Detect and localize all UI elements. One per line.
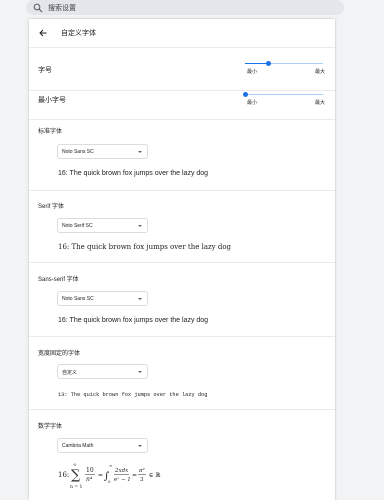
divider: [29, 119, 335, 120]
caret-down-icon: [138, 151, 142, 153]
slider-max-label: 最大: [314, 100, 325, 106]
slider-knob[interactable]: [265, 61, 271, 66]
divider: [29, 262, 335, 263]
standard-font-label: 标准字体: [38, 129, 63, 135]
sans-font-sample: 16: The quick brown fox jumps over the l…: [58, 317, 209, 324]
slider-max-label: 最大: [314, 69, 325, 75]
slider-track: [245, 94, 323, 95]
divider: [29, 90, 335, 91]
divider: [29, 47, 335, 48]
min-font-size-label: 最小字号: [38, 97, 66, 104]
caret-down-icon: [138, 225, 142, 227]
search-bar[interactable]: 搜索设置: [26, 0, 344, 15]
back-button[interactable]: [37, 27, 49, 39]
standard-font-sample: 16: The quick brown fox jumps over the l…: [58, 170, 209, 177]
fixed-font-label: 宽度固定的字体: [38, 351, 81, 357]
pi-denominator: 3: [140, 477, 144, 483]
search-icon: [33, 3, 43, 12]
font-size-label: 字号: [38, 67, 52, 74]
element-of-reals: ∈ ℝ: [149, 472, 160, 479]
integrand-numerator: 2xdx: [114, 468, 129, 474]
serif-font-sample: 16: The quick brown fox jumps over the l…: [58, 243, 232, 251]
math-font-label: 数学字体: [38, 424, 63, 430]
slider-knob[interactable]: [242, 92, 248, 97]
page-header: 自定义字体: [29, 19, 335, 47]
serif-font-select[interactable]: Noto Serif SC: [57, 218, 148, 233]
integral-lower-limit: 0: [108, 479, 111, 484]
math-font-sample: 16: ∑ ∞ n = 1 10 n⁴ = ∫ ∞ 0 2xdx eˣ − 1 …: [58, 463, 160, 490]
page-title: 自定义字体: [61, 30, 96, 37]
integrand-denominator: eˣ − 1: [114, 477, 131, 483]
divider: [29, 409, 335, 410]
select-value: Noto Sans SC: [62, 149, 94, 155]
select-value: Cambria Math: [62, 443, 94, 449]
slider-fill: [245, 63, 269, 64]
fixed-font-select[interactable]: 自定义: [57, 364, 148, 379]
select-value: Noto Serif SC: [62, 223, 93, 229]
equals-sign: =: [132, 472, 137, 479]
sans-font-label: Sans-serif 字体: [38, 277, 79, 283]
caret-down-icon: [138, 298, 142, 300]
equals-sign: =: [98, 472, 103, 479]
fixed-font-sample: 13: The quick brown fox jumps over the l…: [58, 392, 208, 398]
min-font-size-row: 最小字号 最小 最大: [29, 92, 335, 114]
math-sample-prefix: 16:: [58, 471, 69, 479]
settings-card: 自定义字体 字号 最小 最大 最小字号 最小 最大 标准字体 Noto Sans…: [29, 19, 335, 500]
caret-down-icon: [138, 445, 142, 447]
sum-lower-limit: n = 1: [70, 484, 83, 490]
arrow-back-icon: [39, 29, 47, 37]
font-size-row: 字号 最小 最大: [29, 61, 335, 83]
select-value: 自定义: [62, 370, 78, 376]
sans-font-select[interactable]: Noto Sans SC: [57, 291, 148, 306]
fraction-denominator: n⁴: [86, 476, 93, 483]
fraction-numerator: 10: [86, 467, 94, 474]
font-size-slider[interactable]: 最小 最大: [245, 61, 325, 81]
caret-down-icon: [138, 371, 142, 373]
sum-upper-limit: ∞: [73, 463, 77, 468]
slider-min-label: 最小: [247, 100, 258, 106]
divider: [29, 336, 335, 337]
sigma-symbol: ∑: [71, 468, 81, 483]
serif-font-label: Serif 字体: [38, 204, 65, 210]
slider-min-label: 最小: [247, 69, 258, 75]
search-input[interactable]: 搜索设置: [48, 3, 76, 13]
select-value: Noto Sans SC: [62, 296, 94, 302]
math-font-select[interactable]: Cambria Math: [57, 438, 148, 453]
integral-upper-limit: ∞: [109, 463, 112, 468]
standard-font-select[interactable]: Noto Sans SC: [57, 144, 148, 159]
pi-numerator: π²: [138, 467, 145, 474]
min-font-size-slider[interactable]: 最小 最大: [242, 92, 325, 112]
divider: [29, 190, 335, 191]
